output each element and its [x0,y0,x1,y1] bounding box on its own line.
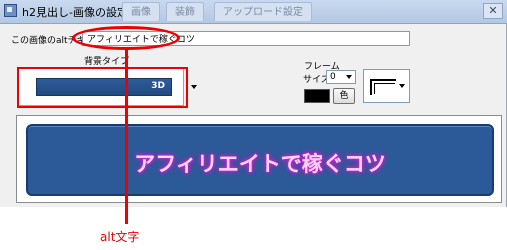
tab-image[interactable]: 画像 [122,2,160,21]
chevron-down-icon [399,84,405,88]
tab-decoration[interactable]: 装飾 [166,2,204,21]
callout-pointer-line [125,49,128,224]
frame-border-style-select[interactable] [363,69,410,103]
chevron-down-icon [191,85,197,89]
background-type-label: 背景タイプ [84,57,130,67]
tab-upload-settings[interactable]: アップロード設定 [214,2,312,21]
close-button[interactable]: ✕ [483,3,503,19]
title-bar: h2見出し-画像の設定 画像 装飾 アップロード設定 ✕ [0,0,507,24]
preview-area: アフィリエイトで稼ぐコツ [16,115,502,203]
frame-color-button[interactable]: 色 [333,88,355,104]
chevron-down-icon [346,75,352,79]
background-dropdown-button[interactable] [186,68,202,106]
window-title: h2見出し-画像の設定 [22,6,128,19]
preview-banner: アフィリエイトで稼ぐコツ [26,124,494,196]
frame-size-select[interactable]: 0 [326,70,356,84]
preview-heading-text: アフィリエイトで稼ぐコツ [134,152,386,176]
app-icon [4,4,17,17]
callout-ellipse [72,26,180,50]
frame-size-value: 0 [330,72,336,82]
frame-color-swatch [304,89,330,103]
callout-rectangle [17,67,188,108]
border-style-icon [370,79,396,95]
callout-label: alt文字 [100,230,140,244]
